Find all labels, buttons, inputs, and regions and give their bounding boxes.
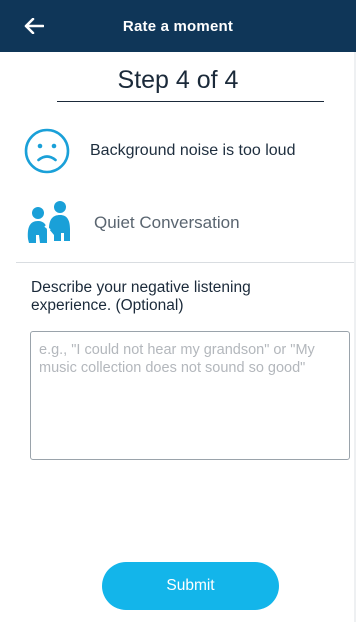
situation-label: Quiet Conversation xyxy=(94,213,240,232)
arrow-left-icon xyxy=(24,18,44,34)
submit-button[interactable]: Submit xyxy=(102,562,279,610)
conversation-people-icon xyxy=(27,201,70,243)
situation-row: Quiet Conversation xyxy=(24,199,240,247)
rating-label: Background noise is too loud xyxy=(90,142,296,159)
feedback-textarea[interactable]: e.g., "I could not hear my grandson" or … xyxy=(30,331,350,460)
feedback-placeholder: e.g., "I could not hear my grandson" or … xyxy=(39,342,315,376)
rating-row: Background noise is too loud xyxy=(24,128,295,174)
top-bar: Rate a moment xyxy=(0,0,356,52)
sad-face-icon xyxy=(24,128,70,174)
step-underline xyxy=(57,101,324,102)
screen-title: Rate a moment xyxy=(122,17,234,35)
step-indicator: Step 4 of 4 xyxy=(117,66,239,94)
feedback-prompt: Describe your negative listening experie… xyxy=(31,279,251,314)
back-button[interactable] xyxy=(22,14,46,38)
section-divider xyxy=(16,262,356,263)
